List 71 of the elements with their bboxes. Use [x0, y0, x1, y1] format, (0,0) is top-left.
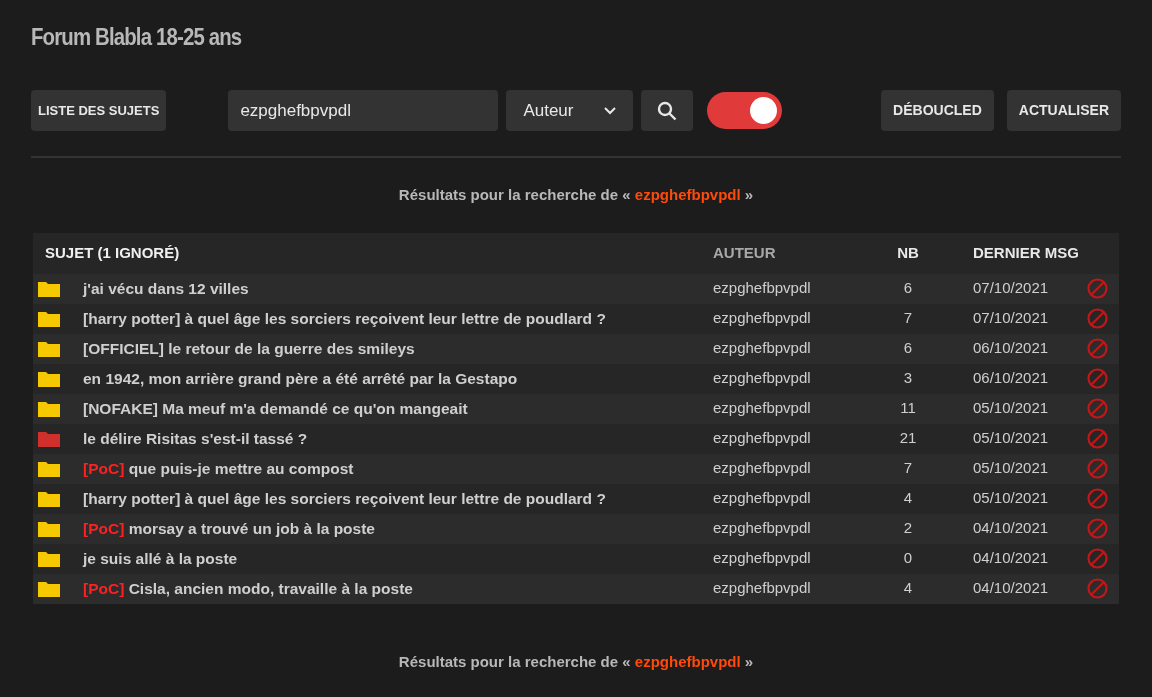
date-cell-text: 05/10/2021	[972, 398, 1050, 419]
count-cell-text: 0	[902, 548, 914, 569]
ban-icon[interactable]	[1087, 458, 1108, 479]
author-cell-text: ezpghefbpvpdl	[713, 578, 812, 599]
toolbar-button[interactable]: DÉBOUCLED	[881, 90, 994, 131]
topic-link[interactable]: [PoC] morsay a trouvé un job à la poste	[83, 516, 713, 541]
ban-icon[interactable]	[1087, 488, 1108, 509]
date-cell-text: 04/10/2021	[972, 518, 1050, 539]
filter-select[interactable]: Auteur	[506, 90, 634, 131]
count-cell-text: 4	[902, 488, 914, 509]
author-cell-text: ezpghefbpvpdl	[713, 518, 812, 539]
topic-link[interactable]: [harry potter] à quel âge les sorciers reçoivent leur lettre de poudlard ?	[83, 306, 713, 331]
date-cell-text: 07/10/2021	[972, 308, 1050, 329]
count-cell-text: 3	[902, 368, 914, 389]
page-title: Forum Blabla 18-25 ans	[31, 22, 243, 52]
column-header: AUTEUR	[713, 242, 777, 263]
author-cell-text: ezpghefbpvpdl	[713, 548, 812, 569]
topics-list-button[interactable]: LISTE DES SUJETS	[31, 90, 167, 131]
column-header: NB	[896, 242, 920, 263]
column-header: SUJET (1 IGNORÉ)	[44, 242, 181, 263]
count-cell-text: 6	[902, 338, 914, 359]
ban-icon[interactable]	[1087, 428, 1108, 449]
date-cell-text: 06/10/2021	[972, 368, 1050, 389]
author-cell-text: ezpghefbpvpdl	[713, 368, 812, 389]
author-cell-text: ezpghefbpvpdl	[713, 398, 812, 419]
topic-link[interactable]: en 1942, mon arrière grand père a été arrêté par la Gestapo	[83, 366, 713, 391]
topic-link[interactable]: [NOFAKE] Ma meuf m'a demandé ce qu'on mangeait	[83, 396, 713, 421]
ban-icon[interactable]	[1087, 578, 1108, 599]
search-icon	[657, 100, 678, 121]
author-cell-text: ezpghefbpvpdl	[713, 488, 812, 509]
date-cell-text: 06/10/2021	[972, 338, 1050, 359]
topic-link[interactable]: [OFFICIEL] le retour de la guerre des smileys	[83, 336, 713, 361]
count-cell-text: 11	[899, 398, 917, 419]
search-results-text: Résultats pour la recherche de « ezpghefbpvpdl »	[398, 651, 754, 672]
column-header: DERNIER MSG	[972, 242, 1079, 263]
ban-icon[interactable]	[1087, 278, 1108, 299]
count-cell-text: 21	[898, 428, 918, 449]
count-cell-text: 7	[902, 308, 914, 329]
ban-icon[interactable]	[1087, 548, 1108, 569]
search-results-text: Résultats pour la recherche de « ezpghefbpvpdl »	[398, 185, 754, 205]
chevron-icon	[604, 106, 617, 115]
topic-link[interactable]: je suis allé à la poste	[83, 546, 713, 571]
count-cell-text: 7	[902, 458, 914, 479]
search-button[interactable]	[641, 90, 694, 131]
count-cell-text: 2	[902, 518, 914, 539]
count-cell-text: 6	[902, 278, 914, 299]
date-cell-text: 05/10/2021	[972, 458, 1050, 479]
topic-link[interactable]: le délire Risitas s'est-il tassé ?	[83, 426, 713, 451]
topic-link[interactable]: [harry potter] à quel âge les sorciers reçoivent leur lettre de poudlard ?	[83, 486, 713, 511]
date-cell-text: 05/10/2021	[972, 428, 1050, 449]
author-cell-text: ezpghefbpvpdl	[713, 458, 812, 479]
toggle-switch[interactable]	[707, 92, 783, 129]
toolbar-button[interactable]: ACTUALISER	[1006, 90, 1121, 131]
ban-icon[interactable]	[1087, 518, 1108, 539]
author-cell-text: ezpghefbpvpdl	[713, 308, 812, 329]
date-cell-text: 05/10/2021	[972, 488, 1050, 509]
count-cell-text: 4	[902, 578, 914, 599]
topic-link[interactable]: [PoC] que puis-je mettre au compost	[83, 456, 713, 481]
date-cell-text: 07/10/2021	[972, 278, 1050, 299]
ban-icon[interactable]	[1087, 368, 1108, 389]
ban-icon[interactable]	[1087, 338, 1108, 359]
topic-link[interactable]: j'ai vécu dans 12 villes	[83, 276, 713, 301]
ban-icon[interactable]	[1087, 398, 1108, 419]
date-cell-text: 04/10/2021	[972, 578, 1050, 599]
topic-link[interactable]: [PoC] Cisla, ancien modo, travaille à la poste	[83, 576, 713, 601]
author-cell-text: ezpghefbpvpdl	[713, 278, 812, 299]
search-field[interactable]: ezpghefbpvpdl	[228, 90, 499, 131]
author-cell-text: ezpghefbpvpdl	[713, 428, 812, 449]
ban-icon[interactable]	[1087, 308, 1108, 329]
date-cell-text: 04/10/2021	[972, 548, 1050, 569]
author-cell-text: ezpghefbpvpdl	[713, 338, 812, 359]
